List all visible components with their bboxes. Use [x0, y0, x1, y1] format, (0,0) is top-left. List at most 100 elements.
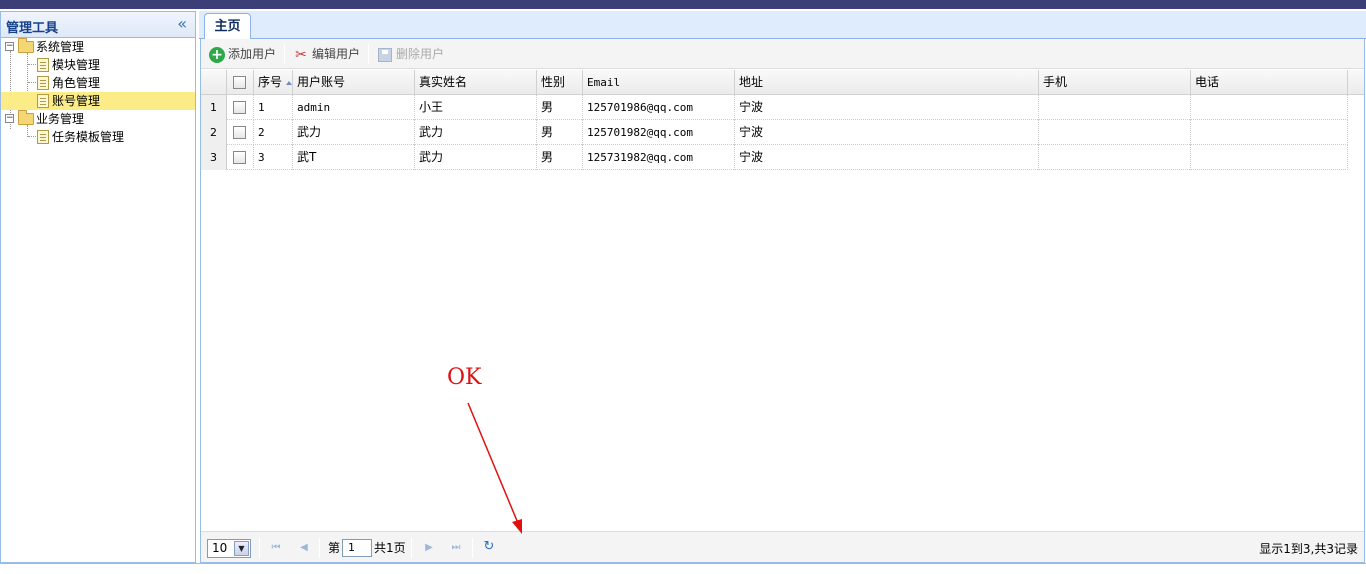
delete-user-button[interactable]: 删除用户 [378, 45, 444, 63]
row-number: 3 [201, 145, 227, 170]
tree-node-system[interactable]: − 系统管理 [1, 38, 195, 56]
row-select-cell [227, 95, 254, 120]
cell-mobile [1039, 95, 1191, 120]
sort-asc-icon [286, 81, 292, 85]
current-page-input[interactable]: 1 [342, 539, 372, 557]
table-header: 序号 用户账号 真实姓名 性别 Email 地址 手机 电话 [201, 70, 1364, 95]
row-number: 2 [201, 120, 227, 145]
tree-node-label: 系统管理 [36, 40, 85, 54]
cell-address: 宁波 [735, 145, 1039, 170]
pager-separator [259, 538, 260, 558]
refresh-icon[interactable]: ↻ [482, 540, 496, 554]
user-grid-panel: + 添加用户 ✂ 编辑用户 删除用户 序号 用户账号 真实姓名 性别 Email… [200, 39, 1365, 563]
tree-node-label: 任务模板管理 [52, 130, 125, 144]
tab-bar: 主页 [199, 11, 1366, 40]
pager-separator [411, 538, 412, 558]
tree-node-task-template[interactable]: 任务模板管理 [1, 128, 195, 146]
cell-realname: 武力 [415, 120, 537, 145]
row-select-cell [227, 120, 254, 145]
folder-icon [18, 38, 34, 53]
tree-node-label: 角色管理 [52, 76, 101, 90]
first-page-icon[interactable]: ⏮ [269, 541, 283, 555]
tree-node-module[interactable]: 模块管理 [1, 56, 195, 74]
scissors-icon: ✂ [295, 46, 307, 63]
cell-realname: 小王 [415, 95, 537, 120]
select-all-checkbox[interactable] [233, 76, 246, 89]
file-icon [37, 76, 49, 90]
header-phone[interactable]: 电话 [1191, 70, 1348, 95]
row-checkbox[interactable] [233, 151, 246, 164]
header-select-all [227, 70, 254, 95]
cell-realname: 武力 [415, 145, 537, 170]
row-number: 1 [201, 95, 227, 120]
cell-account: 武T [293, 145, 415, 170]
row-checkbox[interactable] [233, 126, 246, 139]
cell-phone [1191, 95, 1348, 120]
cell-address: 宁波 [735, 120, 1039, 145]
cell-phone [1191, 120, 1348, 145]
cell-id: 3 [254, 145, 293, 170]
next-page-icon[interactable]: ▶ [422, 541, 436, 555]
prev-page-icon[interactable]: ◀ [297, 541, 311, 555]
file-icon [37, 58, 49, 72]
pager-info: 显示1到3,共3记录 [1259, 542, 1358, 556]
collapse-icon[interactable]: « [177, 14, 187, 33]
collapse-toggle-icon[interactable]: − [5, 114, 14, 123]
collapse-toggle-icon[interactable]: − [5, 42, 14, 51]
tree-node-business[interactable]: − 业务管理 [1, 110, 195, 128]
sidebar-title: 管理工具 [6, 21, 59, 36]
pager-separator [319, 538, 320, 558]
main-area: 主页 + 添加用户 ✂ 编辑用户 删除用户 序号 用户账号 真实姓名 性别 Em… [199, 11, 1366, 563]
last-page-icon[interactable]: ⏭ [449, 541, 463, 555]
sidebar-header: 管理工具 « [1, 12, 195, 38]
cell-account: 武力 [293, 120, 415, 145]
toolbar-separator [368, 44, 369, 64]
cell-email: 125731982@qq.com [583, 145, 735, 170]
annotation-arrow-line [467, 402, 521, 529]
header-email[interactable]: Email [583, 70, 735, 95]
header-rownum [201, 70, 227, 95]
table-row[interactable]: 2 2 武力 武力 男 125701982@qq.com 宁波 [201, 120, 1348, 145]
tree-node-label: 模块管理 [52, 58, 101, 72]
header-address[interactable]: 地址 [735, 70, 1039, 95]
cell-gender: 男 [537, 145, 583, 170]
cell-email: 125701986@qq.com [583, 95, 735, 120]
header-realname[interactable]: 真实姓名 [415, 70, 537, 95]
file-icon [37, 94, 49, 108]
row-checkbox[interactable] [233, 101, 246, 114]
bottom-border [0, 563, 1366, 574]
cell-id: 2 [254, 120, 293, 145]
cell-gender: 男 [537, 120, 583, 145]
cell-id: 1 [254, 95, 293, 120]
annotation-arrow [467, 402, 522, 534]
grid-toolbar: + 添加用户 ✂ 编辑用户 删除用户 [201, 39, 1364, 69]
cell-address: 宁波 [735, 95, 1039, 120]
folder-icon [18, 110, 34, 125]
top-header-bar [0, 0, 1366, 9]
header-account[interactable]: 用户账号 [293, 70, 415, 95]
cell-email: 125701982@qq.com [583, 120, 735, 145]
annotation-arrow-head [512, 519, 522, 534]
toolbar-separator [284, 44, 285, 64]
save-icon [378, 47, 392, 62]
tree-node-label: 账号管理 [52, 94, 101, 108]
cell-gender: 男 [537, 95, 583, 120]
header-id[interactable]: 序号 [254, 70, 293, 95]
table-row[interactable]: 3 3 武T 武力 男 125731982@qq.com 宁波 [201, 145, 1348, 170]
tree-node-role[interactable]: 角色管理 [1, 74, 195, 92]
add-user-button[interactable]: + 添加用户 [209, 45, 276, 63]
table-row[interactable]: 1 1 admin 小王 男 125701986@qq.com 宁波 [201, 95, 1348, 120]
tree-node-account[interactable]: 账号管理 [1, 92, 195, 110]
pagination-bar: 10 ▼ ⏮ ◀ 第 1 共1页 ▶ ⏭ ↻ 显示1到3,共3记录 [201, 531, 1364, 562]
tree-node-label: 业务管理 [36, 112, 85, 126]
cell-account: admin [293, 95, 415, 120]
tab-home[interactable]: 主页 [204, 13, 251, 40]
page-prefix-label: 第 [328, 541, 341, 555]
page-size-select[interactable]: 10 ▼ [207, 539, 251, 558]
header-mobile[interactable]: 手机 [1039, 70, 1191, 95]
edit-user-button[interactable]: ✂ 编辑用户 [293, 45, 360, 63]
header-gender[interactable]: 性别 [537, 70, 583, 95]
sidebar-panel: 管理工具 « − 系统管理 模块管理 角色管理 账号管理 − 业务管理 任务模板… [0, 11, 196, 563]
total-pages-label: 共1页 [374, 541, 406, 555]
dropdown-arrow-icon[interactable]: ▼ [234, 541, 249, 556]
